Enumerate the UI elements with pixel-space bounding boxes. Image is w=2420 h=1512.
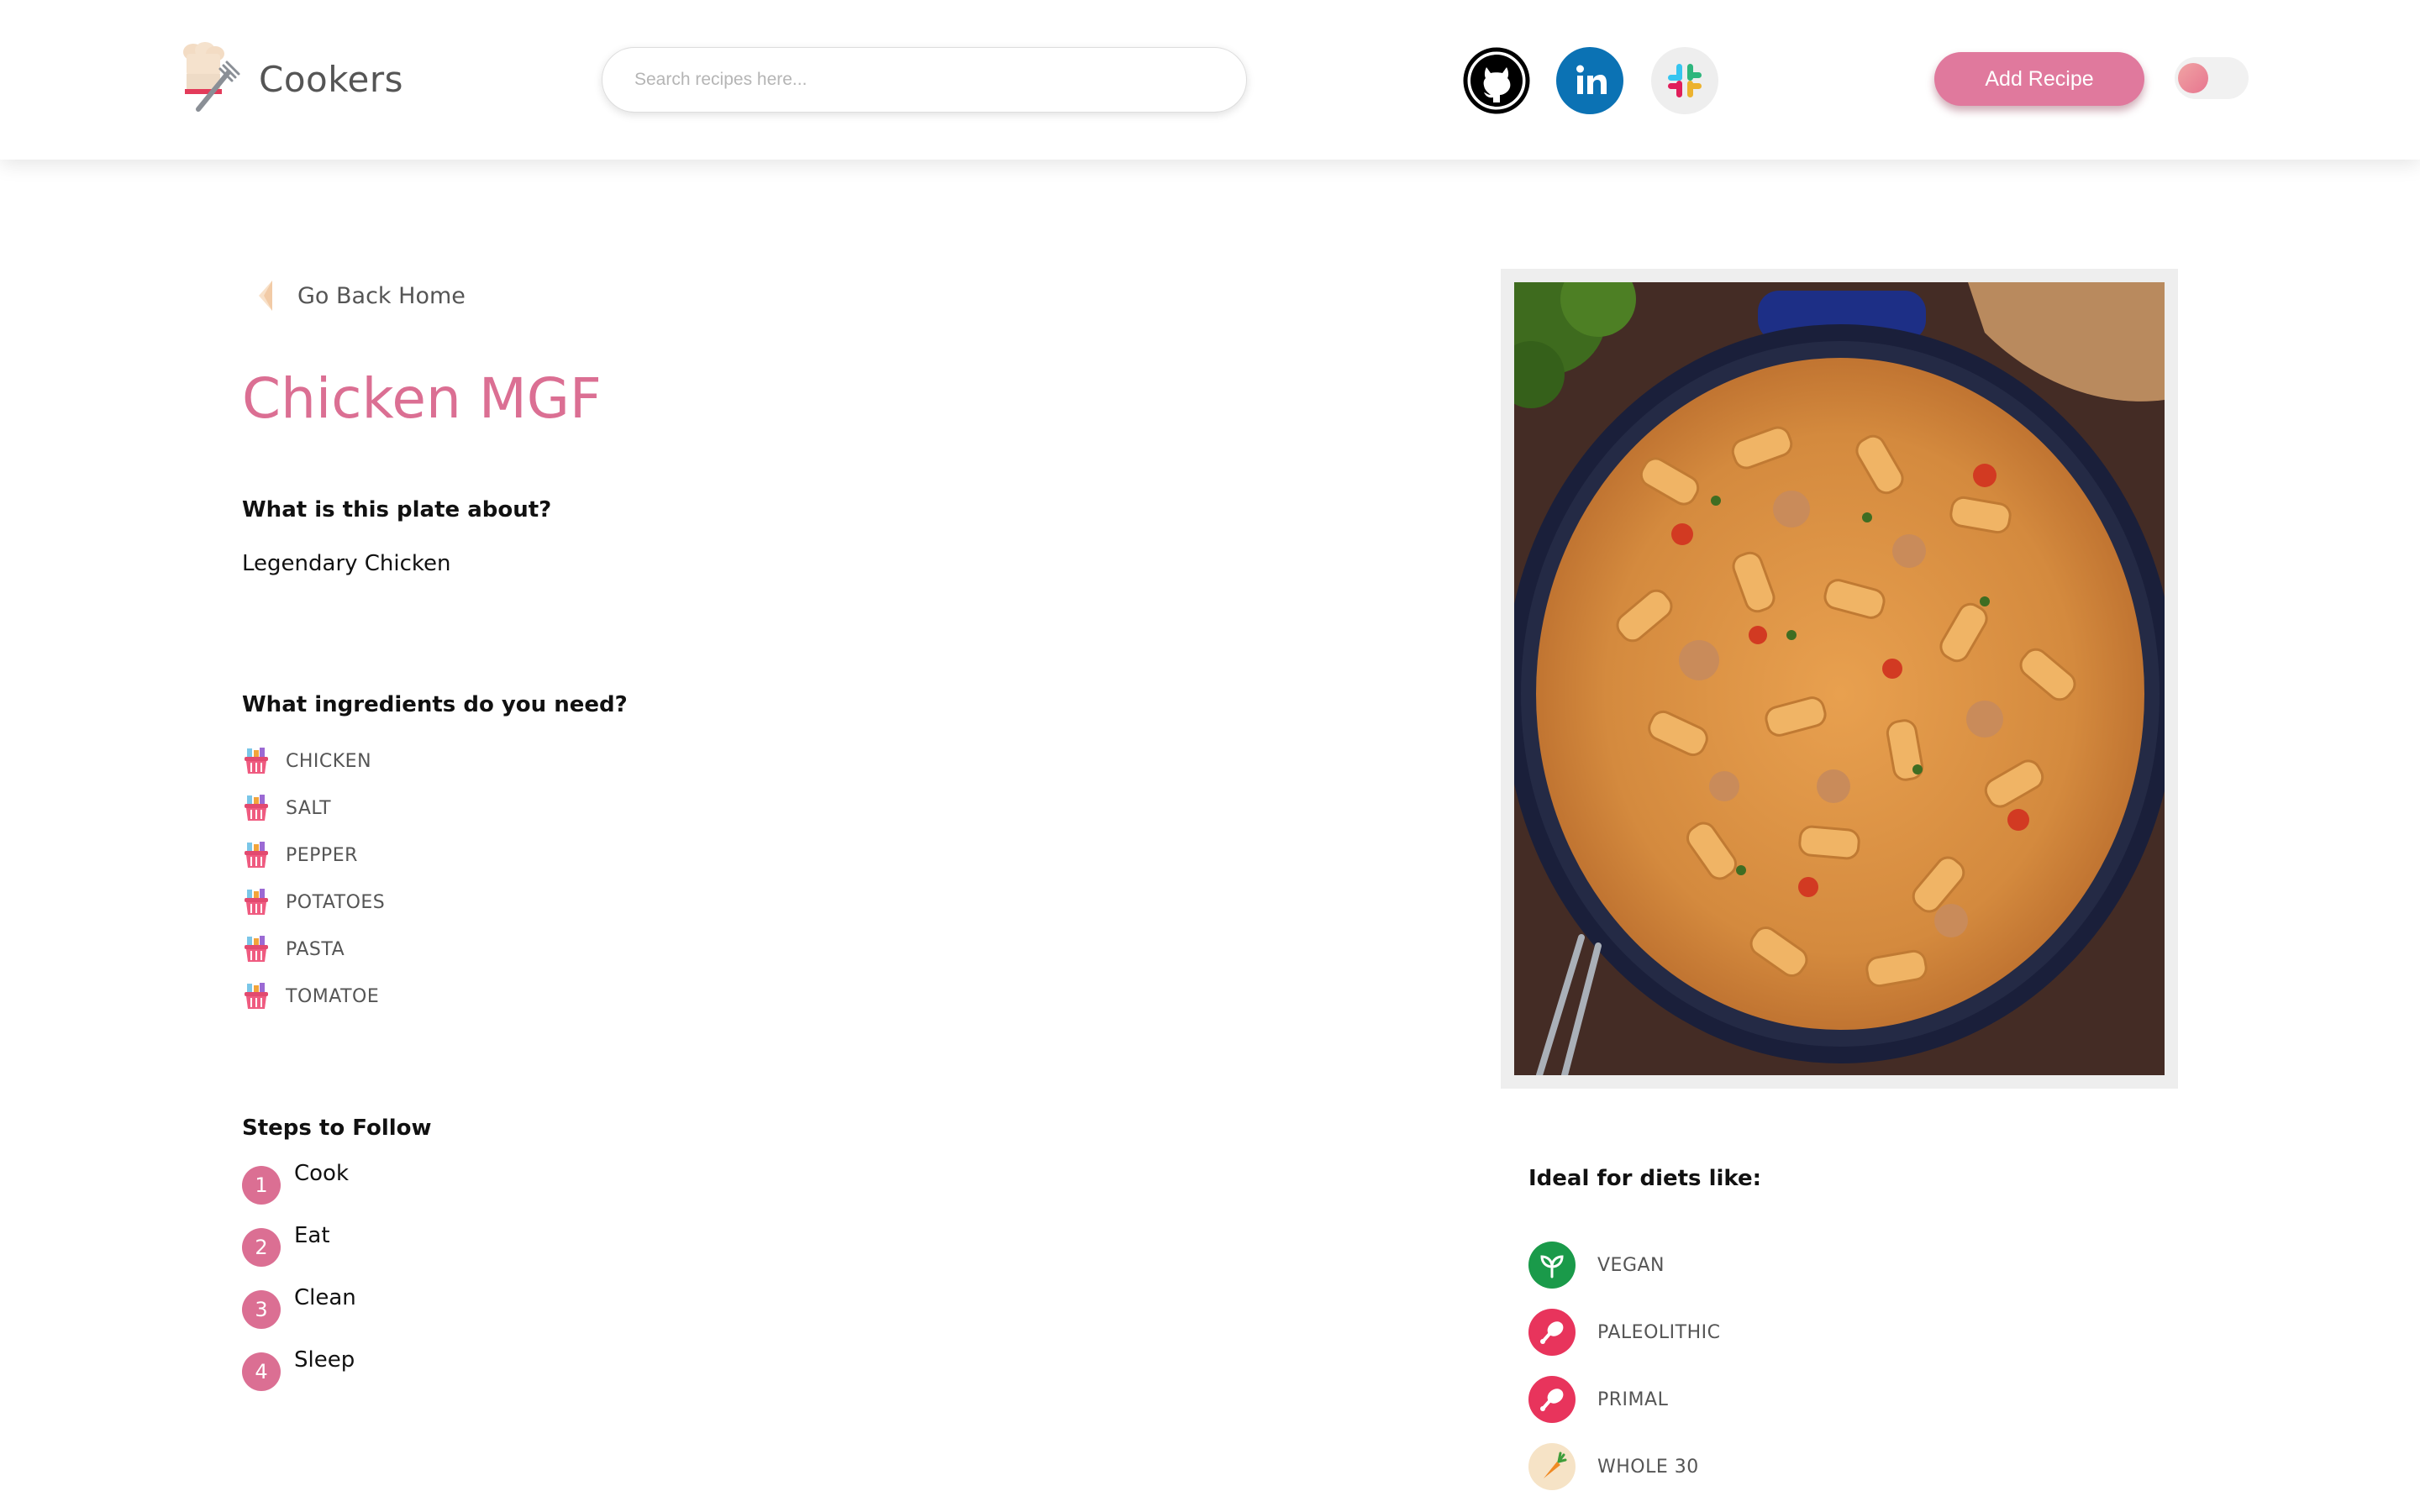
ingredient-item: PASTA bbox=[242, 926, 385, 973]
ingredient-name: TOMATOE bbox=[286, 985, 380, 1007]
diet-name: PRIMAL bbox=[1597, 1389, 1669, 1410]
brand-name[interactable]: Cookers bbox=[259, 59, 403, 100]
diet-name: VEGAN bbox=[1597, 1254, 1665, 1276]
search-input[interactable] bbox=[602, 47, 1247, 113]
linkedin-icon bbox=[1576, 65, 1607, 94]
steps-heading: Steps to Follow bbox=[242, 1116, 432, 1141]
slack-link[interactable] bbox=[1651, 47, 1718, 114]
linkedin-link[interactable] bbox=[1556, 47, 1623, 114]
basket-icon bbox=[245, 748, 268, 774]
diets-list: VEGAN PALEOLITHIC PRIMAL WHOLE 30 bbox=[1528, 1231, 1720, 1500]
diet-item: WHOLE 30 bbox=[1528, 1433, 1720, 1500]
recipe-title: Chicken MGF bbox=[242, 366, 602, 431]
about-heading: What is this plate about? bbox=[242, 497, 552, 522]
ingredients-list: CHICKEN SALT PEPPER POTATOES PASTA TOMATOE bbox=[242, 738, 385, 1020]
basket-icon bbox=[245, 983, 268, 1009]
basket-icon bbox=[245, 795, 268, 821]
chef-logo-icon[interactable] bbox=[168, 40, 242, 114]
step-text: Cook bbox=[294, 1161, 350, 1186]
step-text: Eat bbox=[294, 1223, 330, 1248]
basket-icon bbox=[245, 889, 268, 915]
go-back-home-label: Go Back Home bbox=[297, 282, 466, 309]
recipe-photo bbox=[1514, 282, 2165, 1075]
toggle-knob bbox=[2178, 63, 2208, 93]
ingredient-name: POTATOES bbox=[286, 891, 386, 913]
steps-list: 1 Cook 2 Eat 3 Clean 4 Sleep bbox=[242, 1161, 356, 1410]
diets-heading: Ideal for diets like: bbox=[1528, 1166, 1762, 1191]
diet-item: PRIMAL bbox=[1528, 1366, 1720, 1433]
carrot-icon bbox=[1528, 1443, 1576, 1490]
github-icon bbox=[1463, 47, 1530, 114]
github-link[interactable] bbox=[1463, 47, 1530, 114]
step-text: Clean bbox=[294, 1285, 356, 1310]
ingredient-item: SALT bbox=[242, 785, 385, 832]
basket-icon bbox=[245, 842, 268, 868]
drumstick-icon bbox=[1528, 1376, 1576, 1423]
add-recipe-button[interactable]: Add Recipe bbox=[1934, 52, 2144, 106]
go-back-home-link[interactable]: Go Back Home bbox=[255, 277, 466, 314]
drumstick-icon bbox=[1528, 1309, 1576, 1356]
diet-name: PALEOLITHIC bbox=[1597, 1321, 1721, 1343]
step-number-badge: 1 bbox=[242, 1166, 281, 1205]
step-number-badge: 4 bbox=[242, 1352, 281, 1391]
ingredient-name: PEPPER bbox=[286, 844, 358, 866]
back-arrow-icon bbox=[259, 281, 272, 311]
diet-item: PALEOLITHIC bbox=[1528, 1299, 1720, 1366]
step-number-badge: 3 bbox=[242, 1290, 281, 1329]
diet-name: WHOLE 30 bbox=[1597, 1456, 1699, 1478]
ingredient-name: CHICKEN bbox=[286, 750, 372, 772]
step-number-badge: 2 bbox=[242, 1228, 281, 1267]
theme-toggle[interactable] bbox=[2175, 57, 2249, 99]
step-text: Sleep bbox=[294, 1347, 355, 1373]
leaf-icon bbox=[1528, 1242, 1576, 1289]
step-item: 3 Clean bbox=[242, 1285, 356, 1347]
ingredient-name: PASTA bbox=[286, 938, 345, 960]
recipe-photo-frame bbox=[1501, 269, 2178, 1089]
step-item: 2 Eat bbox=[242, 1223, 356, 1285]
ingredient-item: PEPPER bbox=[242, 832, 385, 879]
step-item: 4 Sleep bbox=[242, 1347, 356, 1410]
basket-icon bbox=[245, 936, 268, 962]
about-text: Legendary Chicken bbox=[242, 551, 451, 576]
ingredient-name: SALT bbox=[286, 797, 332, 819]
ingredient-item: TOMATOE bbox=[242, 973, 385, 1020]
ingredient-item: POTATOES bbox=[242, 879, 385, 926]
step-item: 1 Cook bbox=[242, 1161, 356, 1223]
diet-item: VEGAN bbox=[1528, 1231, 1720, 1299]
ingredient-item: CHICKEN bbox=[242, 738, 385, 785]
slack-icon bbox=[1668, 64, 1702, 97]
top-navbar: Cookers Add Recipe bbox=[0, 0, 2420, 160]
ingredients-heading: What ingredients do you need? bbox=[242, 692, 628, 717]
